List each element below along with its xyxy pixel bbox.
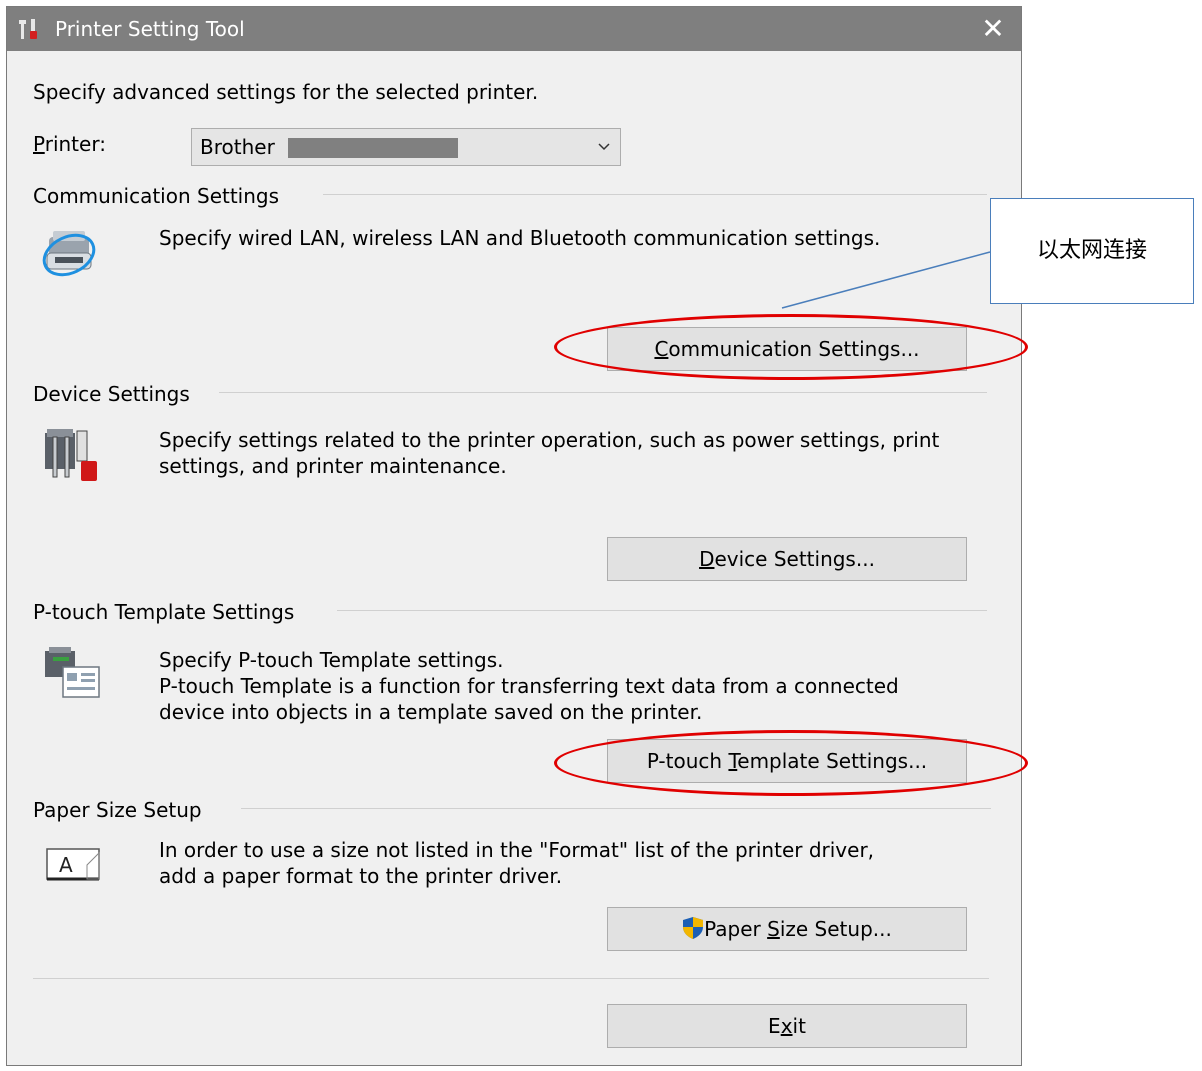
printer-label: Printer: <box>33 132 106 156</box>
callout-pointer-line <box>781 251 991 309</box>
communication-settings-header: Communication Settings <box>33 184 280 208</box>
template-description-line3: device into objects in a template saved … <box>159 700 703 724</box>
group-divider <box>337 610 987 611</box>
device-description-line2: settings, and printer maintenance. <box>159 454 507 478</box>
title-bar[interactable]: Printer Setting Tool ✕ <box>7 7 1021 51</box>
intro-text: Specify advanced settings for the select… <box>33 80 539 104</box>
device-tools-icon <box>45 429 97 481</box>
paper-size-header: Paper Size Setup <box>33 798 202 822</box>
device-description-line1: Specify settings related to the printer … <box>159 428 940 452</box>
template-printer-icon <box>45 647 100 698</box>
tools-icon <box>19 19 37 39</box>
device-settings-button[interactable]: Device Settings... <box>607 537 967 581</box>
template-description-line1: Specify P-touch Template settings. <box>159 648 504 672</box>
annotation-callout-text: 以太网连接 <box>1036 238 1147 263</box>
exit-button[interactable]: Exit <box>607 1004 967 1048</box>
printer-select[interactable]: Brother <box>191 128 621 166</box>
template-settings-header: P-touch Template Settings <box>33 600 295 624</box>
annotation-callout: 以太网连接 <box>990 198 1194 304</box>
redaction-box <box>288 138 458 158</box>
paper-description-line1: In order to use a size not listed in the… <box>159 838 875 862</box>
template-highlight-ellipse <box>554 730 1028 796</box>
group-divider <box>241 808 991 809</box>
close-button[interactable]: ✕ <box>965 7 1021 51</box>
communication-description: Specify wired LAN, wireless LAN and Blue… <box>159 226 881 250</box>
window-title: Printer Setting Tool <box>55 17 245 41</box>
group-divider <box>323 194 987 195</box>
group-divider <box>219 392 987 393</box>
close-icon: ✕ <box>981 12 1005 45</box>
printer-setting-tool-window: Printer Setting Tool ✕ Specify advanced … <box>6 6 1022 1066</box>
paper-description-line2: add a paper format to the printer driver… <box>159 864 563 888</box>
communication-highlight-ellipse <box>554 314 1028 380</box>
paper-size-icon: A <box>46 848 100 881</box>
footer-divider <box>33 978 989 979</box>
network-printer-icon <box>42 231 96 277</box>
device-settings-header: Device Settings <box>33 382 190 406</box>
paper-size-setup-button[interactable]: Paper Size Setup... <box>607 907 967 951</box>
template-description-line2: P-touch Template is a function for trans… <box>159 674 899 698</box>
svg-text:A: A <box>59 853 73 877</box>
chevron-down-icon <box>598 143 610 151</box>
printer-select-value: Brother <box>200 135 275 159</box>
uac-shield-icon <box>683 917 704 939</box>
